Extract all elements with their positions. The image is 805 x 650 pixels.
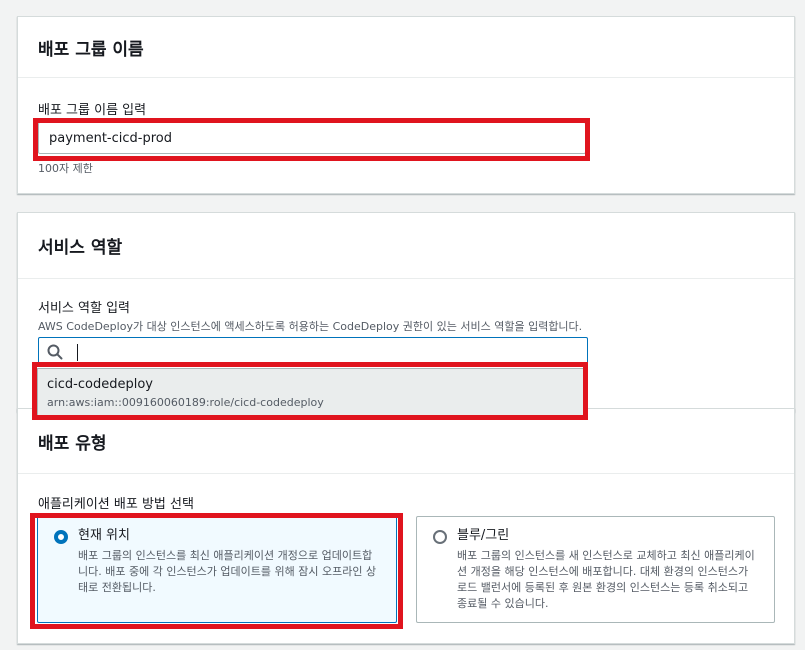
in-place-title: 현재 위치 bbox=[78, 528, 130, 543]
deployment-group-name-constraint: 100자 제한 bbox=[38, 162, 93, 175]
deployment-type-label: 애플리케이션 배포 방법 선택 bbox=[38, 497, 194, 512]
deployment-group-header: 배포 그룹 이름 bbox=[18, 17, 794, 78]
text-cursor bbox=[77, 343, 78, 361]
service-role-search-input[interactable] bbox=[38, 337, 588, 367]
service-role-label: 서비스 역할 입력 bbox=[38, 301, 130, 316]
blue-green-title: 블루/그린 bbox=[457, 528, 510, 543]
service-role-description: AWS CodeDeploy가 대상 인스턴스에 액세스하도록 허용하는 Cod… bbox=[38, 320, 583, 333]
deployment-group-name-input[interactable]: payment-cicd-prod bbox=[38, 122, 586, 154]
radio-in-place[interactable] bbox=[54, 530, 68, 544]
in-place-description: 배포 그룹의 인스턴스를 최신 애플리케이션 개정으로 업데이트합니다. 배포 … bbox=[78, 549, 377, 594]
deployment-group-panel: 배포 그룹 이름 배포 그룹 이름 입력 payment-cicd-prod 1… bbox=[17, 16, 795, 194]
radio-blue-green[interactable] bbox=[433, 530, 447, 544]
blue-green-description: 배포 그룹의 인스턴스를 새 인스턴스로 교체하고 최신 애플리케이션 개정을 … bbox=[457, 549, 755, 610]
search-icon bbox=[47, 344, 63, 360]
deployment-type-header: 배포 유형 bbox=[18, 409, 794, 474]
deployment-group-name-label: 배포 그룹 이름 입력 bbox=[38, 103, 147, 118]
dropdown-option-name: cicd-codedeploy bbox=[47, 377, 153, 392]
deployment-type-option-blue-green[interactable]: 블루/그린 배포 그룹의 인스턴스를 새 인스턴스로 교체하고 최신 애플리케이… bbox=[416, 516, 775, 623]
service-role-dropdown-option[interactable]: cicd-codedeploy arn:aws:iam::00916006018… bbox=[37, 368, 584, 418]
deployment-type-option-in-place[interactable]: 현재 위치 배포 그룹의 인스턴스를 최신 애플리케이션 개정으로 업데이트합니… bbox=[37, 516, 397, 623]
service-role-header: 서비스 역할 bbox=[18, 213, 794, 279]
dropdown-option-arn: arn:aws:iam::009160060189:role/cicd-code… bbox=[47, 396, 324, 409]
